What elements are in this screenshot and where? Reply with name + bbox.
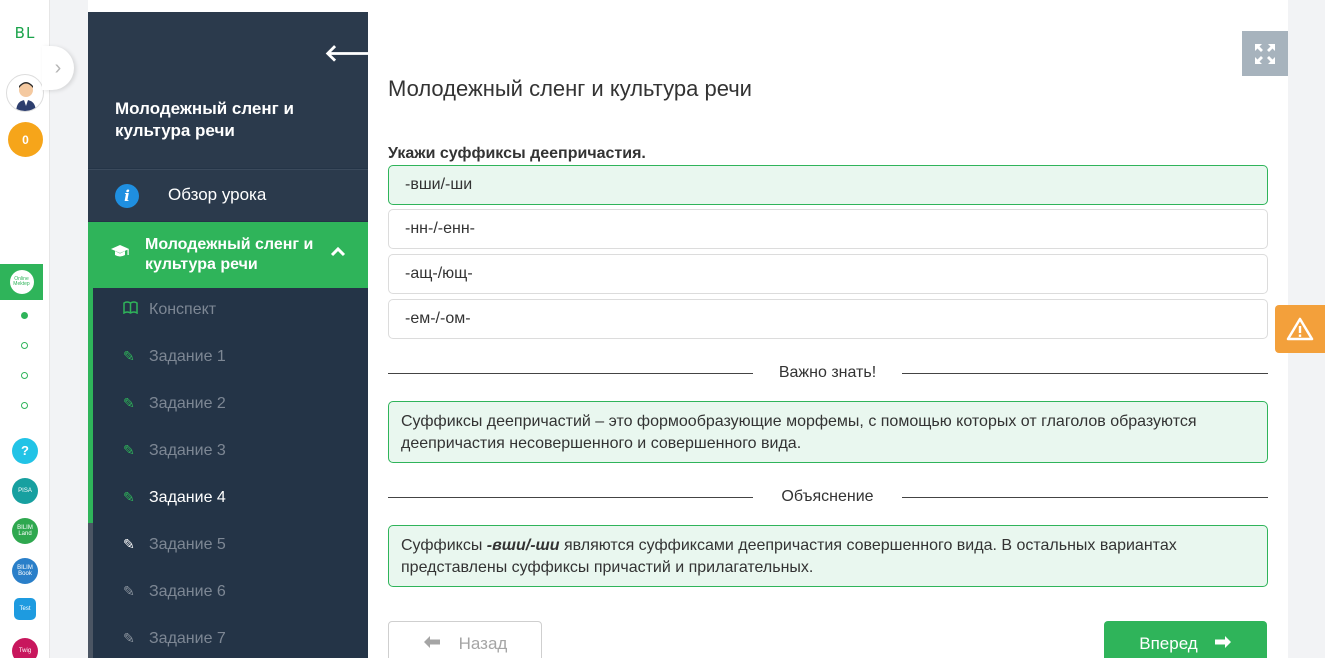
explanation-divider: Объяснение [388,488,1268,508]
divider-line [902,497,1268,498]
expand-icon [1255,43,1275,64]
twig-icon[interactable]: Twig [12,638,38,658]
sidebar-item-label: Обзор урока [168,185,267,204]
important-heading: Важно знать! [778,364,877,381]
online-mektep-label: Online Mektep [9,270,34,294]
sidebar-item-task-3[interactable]: ✎ Задание 3 [88,429,368,476]
sidebar-item-label: Задание 7 [149,630,226,647]
edit-icon: ✎ [123,395,135,411]
sidebar-item-label: Задание 3 [149,442,226,459]
book-icon [123,301,138,317]
answer-option[interactable]: -ащ-/ющ- [388,254,1268,294]
answer-option[interactable]: -вши/-ши [388,165,1268,205]
page-title: Молодежный сленг и культура речи [388,76,752,101]
edit-icon: ✎ [123,630,135,646]
sidebar-header: 🡐 Молодежный сленг и культура речи [88,12,388,168]
explanation-heading: Объяснение [781,488,874,505]
edit-icon: ✎ [123,489,135,505]
next-label: Вперед [1139,634,1198,653]
warning-icon [1286,317,1314,341]
fullscreen-button[interactable] [1242,31,1288,76]
rail-expand-button[interactable]: › [42,46,74,90]
progress-step[interactable] [21,372,28,379]
edit-icon: ✎ [123,536,135,552]
section-label: Молодежный сленг и культура речи [145,236,314,273]
bilimland-icon[interactable]: BILIM Land [12,518,38,544]
bilimbook-icon[interactable]: BILIM Book [12,558,38,584]
progress-step[interactable] [21,402,28,409]
answer-option[interactable]: -нн-/-енн- [388,209,1268,249]
top-strip [88,0,1288,12]
chevron-right-icon: › [54,56,62,79]
answer-option[interactable]: -ем-/-ом- [388,299,1268,339]
edit-icon: ✎ [123,583,135,599]
app-rail: BL 0 Online Mektep ? PISA BILIM Land BIL… [0,0,50,658]
avatar[interactable] [6,74,44,112]
report-problem-button[interactable] [1275,305,1325,353]
lesson-sidebar: 🡐 Молодежный сленг и культура речи i Обз… [88,12,388,658]
coins-badge[interactable]: 0 [8,122,43,157]
bilimland-logo[interactable]: BL [6,24,44,42]
back-button[interactable]: Назад [388,621,542,658]
test-icon[interactable]: Test [14,598,36,620]
divider-line [388,497,753,498]
sidebar-item-overview[interactable]: i Обзор урока [88,169,368,221]
divider-line [902,373,1268,374]
sidebar-item-label: Задание 2 [149,395,226,412]
arrow-left-icon [423,634,441,654]
question-text: Укажи суффиксы деепричастия. [388,145,646,162]
important-box: Суффиксы деепричастий – это формообразую… [388,401,1268,463]
sidebar-item-label: Задание 1 [149,348,226,365]
avatar-icon [16,82,36,111]
help-icon[interactable]: ? [12,438,38,464]
sidebar-item-task-2[interactable]: ✎ Задание 2 [88,382,368,429]
sidebar-item-konspekt[interactable]: Конспект [88,288,368,335]
chevron-up-icon[interactable] [330,242,346,263]
explanation-box: Суффиксы -вши/-ши являются суффиксами де… [388,525,1268,587]
edit-icon: ✎ [123,348,135,364]
edit-icon: ✎ [123,442,135,458]
arrow-right-icon [1214,634,1232,654]
graduation-cap-icon [110,244,130,265]
explanation-emphasis: -вши/-ши [486,537,560,554]
sidebar-title: Молодежный сленг и культура речи [115,99,294,140]
sidebar-item-label: Задание 6 [149,583,226,600]
sidebar-item-label: Задание 4 [149,489,226,506]
sidebar-item-task-5[interactable]: ✎ Задание 5 [88,523,368,570]
sidebar-item-label: Конспект [149,301,217,318]
divider-line [388,373,753,374]
sidebar-item-label: Задание 5 [149,536,226,553]
sidebar-item-task-6[interactable]: ✎ Задание 6 [88,570,368,617]
progress-step[interactable] [21,342,28,349]
sidebar-section-current[interactable]: Молодежный сленг и культура речи [88,222,368,288]
back-label: Назад [458,634,508,653]
pisa-icon[interactable]: PISA [12,478,38,504]
info-icon: i [115,184,139,208]
online-mektep-button[interactable]: Online Mektep [0,264,43,300]
sidebar-item-task-1[interactable]: ✎ Задание 1 [88,335,368,382]
explanation-text: Суффиксы [401,537,487,554]
next-button[interactable]: Вперед [1104,621,1267,658]
important-divider: Важно знать! [388,364,1268,384]
sidebar-item-task-7[interactable]: ✎ Задание 7 [88,617,368,658]
sidebar-item-task-4[interactable]: ✎ Задание 4 [88,476,368,523]
progress-step[interactable] [21,312,28,319]
arrow-left-icon[interactable]: 🡐 [324,38,388,68]
